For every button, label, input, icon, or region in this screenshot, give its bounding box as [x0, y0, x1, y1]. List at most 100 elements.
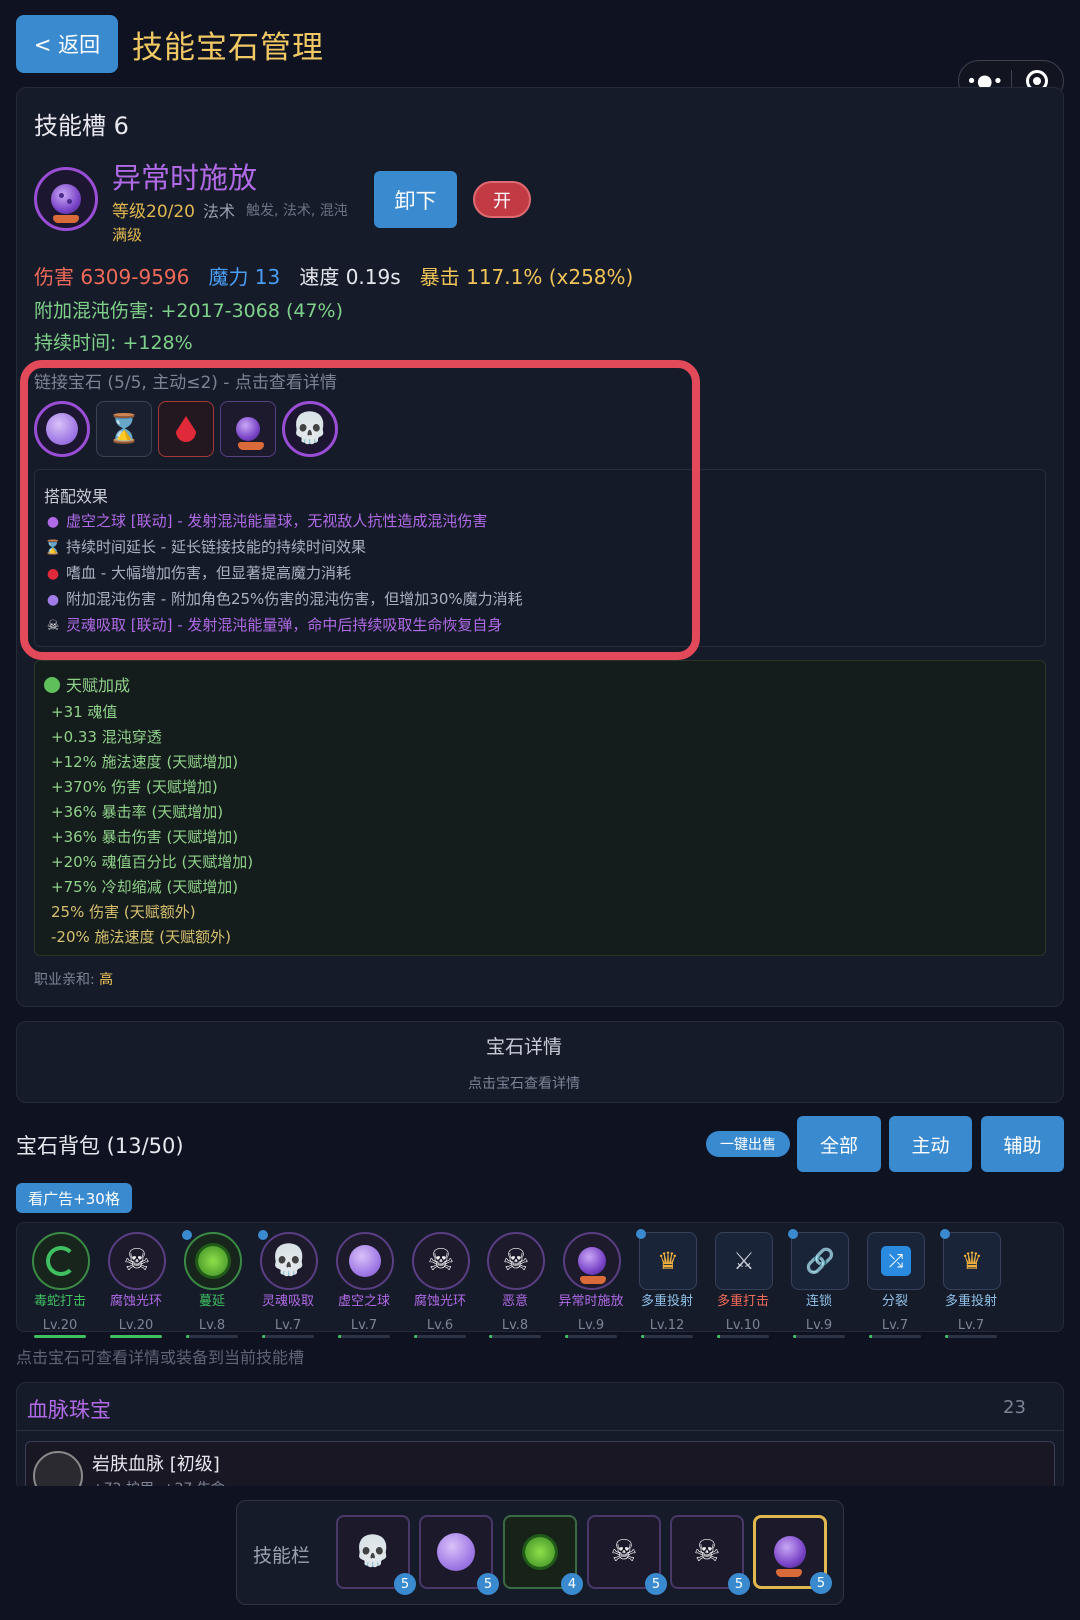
enable-toggle[interactable]: 开 [473, 181, 531, 218]
filter-support-button[interactable]: 辅助 [981, 1116, 1064, 1172]
chaos-orb-icon[interactable] [34, 167, 98, 231]
gem-level: Lv.6 [426, 1318, 454, 1333]
bag-title: 宝石背包 (13/50) [16, 1134, 184, 1158]
gem-level: Lv.9 [805, 1318, 833, 1333]
gem-progress [186, 1335, 238, 1338]
slot-count: 5 [810, 1572, 832, 1594]
gem-progress [565, 1335, 617, 1338]
gem-progress [489, 1335, 541, 1338]
multi-projectile-icon: ♛ [636, 1229, 697, 1290]
gem-name: 灵魂吸取 [261, 1294, 314, 1309]
gem-level: Lv.7 [881, 1318, 909, 1333]
new-dot [636, 1229, 646, 1239]
bag-gem-item[interactable]: 🔗 连锁 Lv.9 [788, 1229, 849, 1342]
bag-gem-item[interactable]: 异常时施放 Lv.9 [558, 1232, 624, 1342]
gem-level: Lv.12 [649, 1318, 685, 1333]
chain-link-icon: 🔗 [788, 1229, 849, 1290]
gem-level: Lv.9 [577, 1318, 605, 1333]
duration-bonus: 持续时间: +128% [34, 332, 193, 354]
skull-crossbones-icon: ☠ [108, 1232, 166, 1290]
bag-gem-item[interactable]: 虚空之球 Lv.7 [334, 1232, 394, 1342]
slot-count: 5 [477, 1573, 499, 1595]
talent-line: 25% 伤害 (天赋额外) [51, 903, 196, 921]
gem-level: Lv.8 [501, 1318, 529, 1333]
gem-level: Lv.10 [725, 1318, 761, 1333]
jewel-name: 岩肤血脉 [初级] [92, 1454, 220, 1475]
extra-chaos-damage: 附加混沌伤害: +2017-3068 (47%) [34, 300, 344, 322]
gem-level: Lv.7 [274, 1318, 302, 1333]
bag-gem-item[interactable]: 💀 灵魂吸取 Lv.7 [258, 1230, 318, 1342]
gem-name: 多重投射 [944, 1294, 997, 1309]
skill-stats: 伤害 6309-9596 魔力 13 速度 0.19s 暴击 117.1% (x… [34, 261, 633, 290]
skull-crossbones-icon: ☠ [412, 1232, 470, 1290]
filter-all-button[interactable]: 全部 [797, 1116, 881, 1172]
split-arrows-icon: ⤮ [867, 1232, 925, 1290]
bag-gem-item[interactable]: ⤮ 分裂 Lv.7 [865, 1232, 925, 1342]
gem-name: 腐蚀光环 [109, 1294, 162, 1309]
divider [16, 1430, 1064, 1431]
speed-stat: 速度 0.19s [299, 265, 401, 289]
skill-bar-slot[interactable]: 💀 5 [336, 1515, 416, 1595]
gem-name: 虚空之球 [337, 1294, 390, 1309]
skill-bar-label: 技能栏 [253, 1545, 311, 1567]
gem-progress [793, 1335, 845, 1338]
bag-gem-item[interactable]: ☠ 腐蚀光环 Lv.20 [106, 1232, 166, 1342]
skill-max-label: 满级 [112, 226, 143, 244]
gem-progress [945, 1335, 997, 1338]
talent-line: +75% 冷却缩减 (天赋增加) [51, 878, 239, 896]
talent-line: +0.33 混沌穿透 [51, 728, 162, 746]
new-dot [940, 1229, 950, 1239]
bag-gem-item[interactable]: ♛ 多重投射 Lv.7 [940, 1229, 1001, 1342]
slot-count: 5 [394, 1573, 416, 1595]
skill-bar-slot[interactable]: ☠ 5 [587, 1515, 667, 1595]
gem-detail-subtitle: 点击宝石查看详情 [468, 1076, 580, 1092]
watch-ad-button[interactable]: 看广告+30格 [16, 1183, 132, 1213]
talent-line: +20% 魂值百分比 (天赋增加) [51, 853, 254, 871]
skill-tags: 触发, 法术, 混沌 [246, 203, 348, 219]
tree-icon [44, 677, 60, 693]
void-orb-icon [437, 1533, 475, 1571]
skill-bar-slot-selected[interactable]: 5 [753, 1515, 832, 1594]
skill-bar-slot[interactable]: ☠ 5 [670, 1515, 750, 1595]
gem-progress [641, 1335, 693, 1338]
gem-name: 多重投射 [640, 1294, 693, 1309]
skull-icon: 💀 [258, 1230, 318, 1290]
bag-gem-item[interactable]: ♛ 多重投射 Lv.12 [636, 1229, 697, 1342]
crit-stat: 暴击 117.1% (x258%) [419, 265, 634, 289]
highlight-annotation-box [20, 360, 700, 660]
slot-title: 技能槽 6 [34, 112, 129, 140]
sell-all-button[interactable]: 一键出售 [706, 1131, 790, 1157]
skull-crossbones-icon: ☠ [693, 1534, 721, 1569]
gem-name: 蔓延 [198, 1294, 225, 1309]
gem-progress [414, 1335, 466, 1338]
skill-bar-slot[interactable]: 4 [503, 1515, 583, 1595]
crossed-swords-icon: ⚔ [715, 1232, 773, 1290]
skill-name: 异常时施放 [112, 161, 258, 195]
gem-level: Lv.8 [198, 1318, 226, 1333]
bag-hint: 点击宝石可查看详情或装备到当前技能槽 [16, 1348, 305, 1367]
gem-level: Lv.20 [118, 1318, 154, 1333]
class-affinity: 职业亲和: 高 [34, 972, 114, 988]
gem-level: Lv.7 [350, 1318, 378, 1333]
gem-name: 毒蛇打击 [33, 1294, 86, 1309]
skill-bar-slot[interactable]: 5 [419, 1515, 499, 1595]
bag-gem-item[interactable]: 毒蛇打击 Lv.20 [30, 1232, 90, 1342]
gem-progress [717, 1335, 769, 1338]
talent-line: +36% 暴击伤害 (天赋增加) [51, 828, 239, 846]
bag-gem-item[interactable]: ☠ 腐蚀光环 Lv.6 [410, 1232, 470, 1342]
chaos-orb-icon [563, 1232, 621, 1290]
page-title: 技能宝石管理 [132, 30, 324, 66]
bag-gem-item[interactable]: 蔓延 Lv.8 [182, 1230, 242, 1342]
bag-gem-item[interactable]: ⚔ 多重打击 Lv.10 [713, 1232, 773, 1342]
new-dot [258, 1230, 268, 1240]
talent-line: +370% 伤害 (天赋增加) [51, 778, 218, 796]
filter-active-button[interactable]: 主动 [889, 1116, 972, 1172]
void-orb-icon [336, 1232, 394, 1290]
talent-line: +36% 暴击率 (天赋增加) [51, 803, 224, 821]
bag-gem-item[interactable]: ☠ 恶意 Lv.8 [485, 1232, 545, 1342]
gem-name: 恶意 [501, 1294, 528, 1309]
new-dot [788, 1229, 798, 1239]
back-button[interactable]: < 返回 [16, 15, 118, 73]
skill-level: 等级20/20 [112, 202, 195, 222]
unequip-button[interactable]: 卸下 [374, 171, 457, 228]
